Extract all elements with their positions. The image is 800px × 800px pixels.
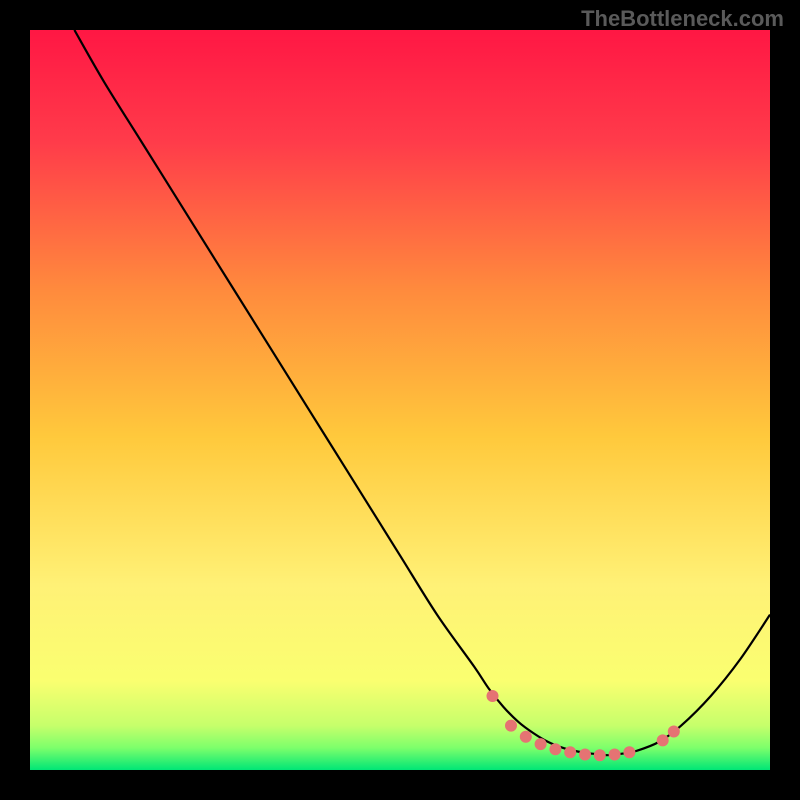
marker-point [579,748,591,760]
chart-area [30,30,770,770]
marker-point [487,690,499,702]
highlight-markers [487,690,680,761]
marker-point [505,720,517,732]
marker-point [657,734,669,746]
marker-point [623,746,635,758]
watermark-text: TheBottleneck.com [581,6,784,32]
marker-point [668,726,680,738]
marker-point [535,738,547,750]
marker-point [549,743,561,755]
marker-point [609,748,621,760]
marker-point [520,731,532,743]
bottleneck-curve [74,30,770,755]
marker-point [564,746,576,758]
curve-layer [30,30,770,770]
marker-point [594,749,606,761]
chart-container: TheBottleneck.com [0,0,800,800]
